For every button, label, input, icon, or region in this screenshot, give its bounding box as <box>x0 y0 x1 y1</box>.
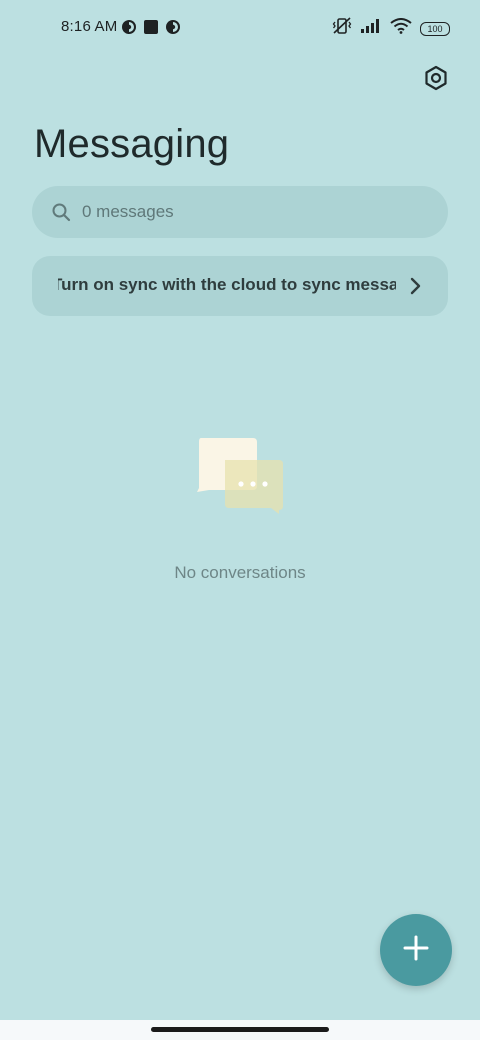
chat-bubbles-icon <box>195 436 287 516</box>
settings-button[interactable] <box>422 65 450 96</box>
sync-banner[interactable]: Turn on sync with the cloud to sync mess… <box>32 256 448 316</box>
search-bar[interactable]: 0 messages <box>32 186 448 238</box>
home-gesture-handle[interactable] <box>151 1027 329 1032</box>
battery-icon: 100 <box>420 21 450 36</box>
empty-state-text: No conversations <box>174 563 306 582</box>
sync-banner-text-container: Turn on sync with the cloud to sync mess… <box>58 256 396 316</box>
sync-banner-text: Turn on sync with the cloud to sync mess… <box>58 275 396 294</box>
page-title: Messaging <box>34 122 230 166</box>
status-system-icons: 100 <box>332 17 450 40</box>
chevron-right-icon <box>404 274 428 298</box>
plus-icon <box>402 934 430 967</box>
wifi-icon <box>390 18 412 39</box>
vpn-icon <box>165 19 181 40</box>
search-input[interactable]: 0 messages <box>82 202 174 222</box>
search-icon <box>50 201 72 223</box>
status-bar: 8:16 AM 100 <box>0 0 480 56</box>
status-time: 8:16 AM <box>61 18 118 35</box>
square-icon <box>143 19 159 40</box>
signal-icon <box>360 18 382 39</box>
navigation-bar <box>0 1020 480 1040</box>
vibrate-off-icon <box>332 17 352 40</box>
vpn-icon <box>121 19 137 40</box>
gear-hex-icon <box>423 65 449 96</box>
new-conversation-button[interactable] <box>380 914 452 986</box>
status-notification-icons <box>121 19 181 40</box>
battery-level: 100 <box>427 23 443 34</box>
